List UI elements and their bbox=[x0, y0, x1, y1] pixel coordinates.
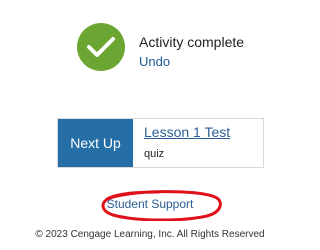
lesson-link[interactable]: Lesson 1 Test bbox=[144, 124, 230, 141]
activity-status: Activity complete Undo bbox=[77, 23, 244, 71]
next-up-info: Lesson 1 Test quiz bbox=[133, 119, 230, 167]
next-up-card: Next Up Lesson 1 Test quiz bbox=[57, 118, 264, 168]
lesson-type: quiz bbox=[144, 148, 165, 160]
status-title: Activity complete bbox=[139, 34, 245, 50]
next-up-label: Next Up bbox=[58, 119, 133, 167]
copyright-text: © 2023 Cengage Learning, Inc. All Rights… bbox=[35, 229, 265, 240]
undo-link[interactable]: Undo bbox=[139, 54, 170, 70]
checkmark-glyph bbox=[87, 37, 115, 57]
status-text-group: Activity complete Undo bbox=[139, 34, 244, 71]
checkmark-icon bbox=[77, 23, 125, 71]
student-support-link[interactable]: Student Support bbox=[0, 197, 300, 212]
